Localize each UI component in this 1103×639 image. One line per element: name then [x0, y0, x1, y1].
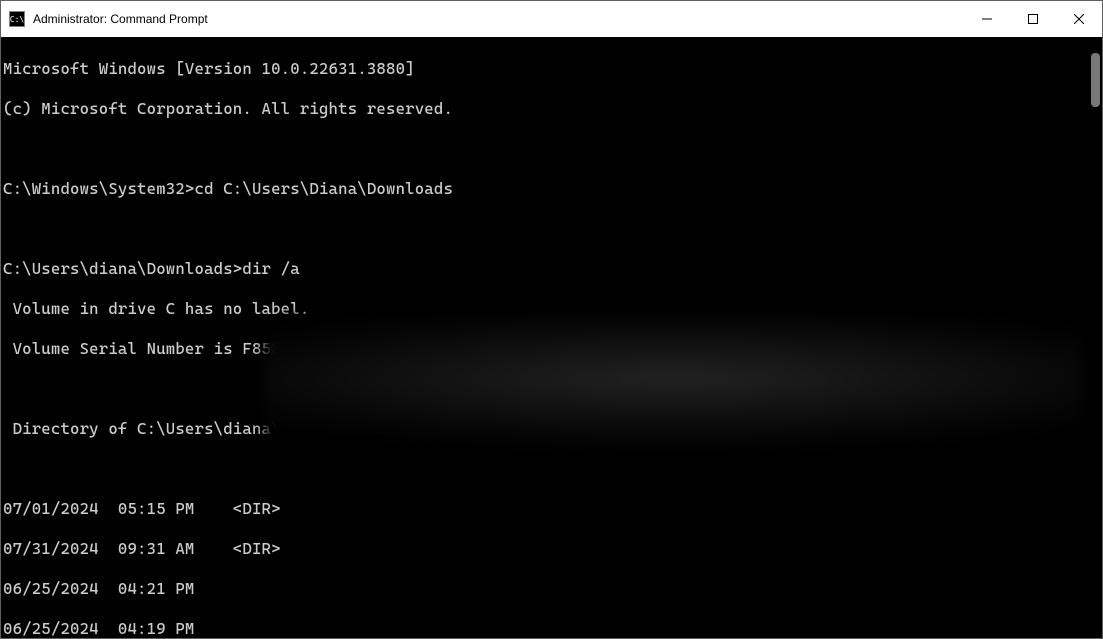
minimize-icon — [982, 14, 992, 24]
terminal-output: Microsoft Windows [Version 10.0.22631.38… — [1, 37, 1102, 638]
window-controls — [964, 1, 1102, 37]
dir-row: 06/25/2024 04:19 PM — [3, 619, 1102, 638]
prompt: C:\Users\diana\Downloads> — [3, 259, 242, 278]
minimize-button[interactable] — [964, 1, 1010, 37]
close-button[interactable] — [1056, 1, 1102, 37]
scrollbar[interactable] — [1086, 37, 1100, 638]
dir-row: 06/25/2024 04:21 PM — [3, 579, 1102, 599]
blank-line — [3, 139, 1102, 159]
cmd-icon: C:\ — [9, 11, 25, 27]
copyright-line: (c) Microsoft Corporation. All rights re… — [3, 99, 1102, 119]
version-line: Microsoft Windows [Version 10.0.22631.38… — [3, 59, 1102, 79]
directory-of-line: Directory of C:\Users\diana\Downloads — [3, 419, 1102, 439]
scroll-thumb[interactable] — [1091, 53, 1100, 107]
dir-row: 07/31/2024 09:31 AM <DIR> — [3, 539, 1102, 559]
blank-line — [3, 379, 1102, 399]
maximize-icon — [1028, 14, 1038, 24]
command: dir /a — [242, 259, 299, 278]
titlebar[interactable]: C:\ Administrator: Command Prompt — [1, 1, 1102, 37]
volume-serial-line: Volume Serial Number is F858-E044 — [3, 339, 1102, 359]
blank-line — [3, 219, 1102, 239]
dir-row: 07/01/2024 05:15 PM <DIR> — [3, 499, 1102, 519]
maximize-button[interactable] — [1010, 1, 1056, 37]
command: cd C:\Users\Diana\Downloads — [195, 179, 454, 198]
app-window: C:\ Administrator: Command Prompt Micros… — [0, 0, 1103, 639]
prompt-line: C:\Users\diana\Downloads>dir /a — [3, 259, 1102, 279]
window-title: Administrator: Command Prompt — [33, 12, 208, 26]
blank-line — [3, 459, 1102, 479]
terminal-area[interactable]: Microsoft Windows [Version 10.0.22631.38… — [1, 37, 1102, 638]
close-icon — [1074, 14, 1084, 24]
volume-label-line: Volume in drive C has no label. — [3, 299, 1102, 319]
prompt: C:\Windows\System32> — [3, 179, 195, 198]
prompt-line: C:\Windows\System32>cd C:\Users\Diana\Do… — [3, 179, 1102, 199]
